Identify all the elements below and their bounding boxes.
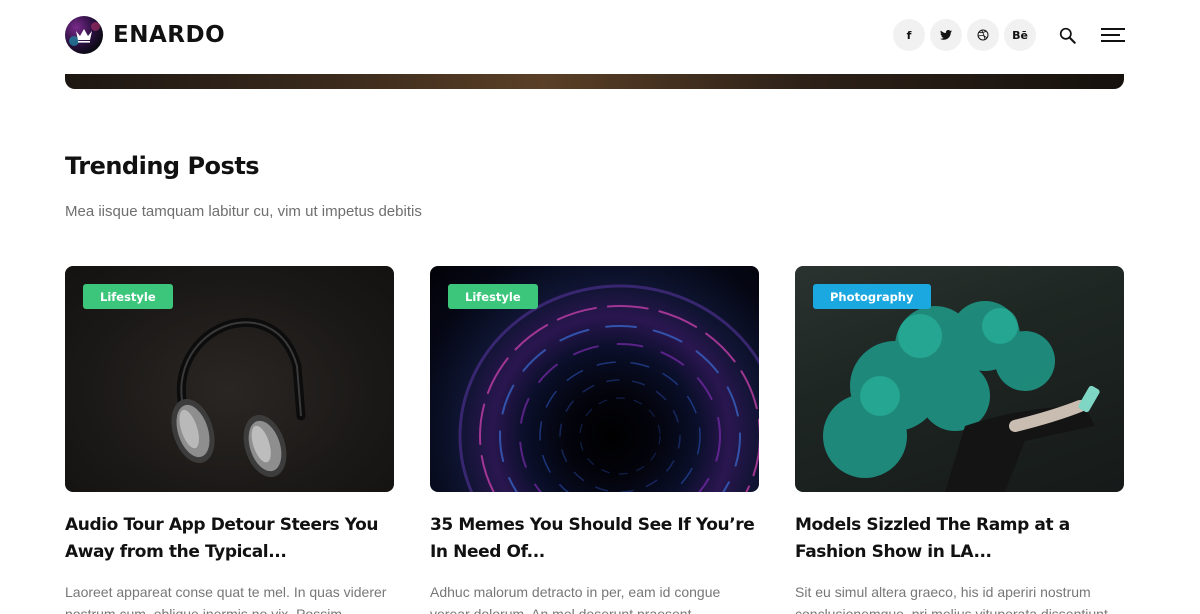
crown-icon: [65, 16, 103, 54]
post-card: Photography Models Sizzled The Ramp at a…: [795, 266, 1124, 614]
section-subtitle: Mea iisque tamquam labitur cu, vim ut im…: [65, 203, 422, 220]
dribbble-icon[interactable]: [967, 19, 999, 51]
brand-name: ENARDO: [113, 22, 226, 48]
post-title[interactable]: Models Sizzled The Ramp at a Fashion Sho…: [795, 512, 1124, 566]
category-badge[interactable]: Lifestyle: [83, 284, 173, 309]
post-thumbnail[interactable]: Lifestyle: [65, 266, 394, 492]
post-thumbnail[interactable]: Photography: [795, 266, 1124, 492]
behance-icon[interactable]: Bē: [1004, 19, 1036, 51]
category-badge[interactable]: Photography: [813, 284, 931, 309]
post-excerpt: Adhuc malorum detracto in per, eam id co…: [430, 584, 721, 614]
post-card: Lifestyle 35 Memes You Should See If You…: [430, 266, 759, 614]
social-links: f Bē: [893, 19, 1036, 51]
post-card: Lifestyle Audio Tour App Detour Steers Y…: [65, 266, 394, 614]
search-icon[interactable]: [1057, 25, 1077, 45]
facebook-icon[interactable]: f: [893, 19, 925, 51]
hamburger-menu-icon[interactable]: [1101, 27, 1125, 43]
site-logo[interactable]: ENARDO: [65, 16, 225, 54]
section-title: Trending Posts: [65, 152, 260, 180]
post-thumbnail[interactable]: Lifestyle: [430, 266, 759, 492]
category-badge[interactable]: Lifestyle: [448, 284, 538, 309]
post-title[interactable]: Audio Tour App Detour Steers You Away fr…: [65, 512, 394, 566]
twitter-icon[interactable]: [930, 19, 962, 51]
post-excerpt: Sit eu simul altera graeco, his id aperi…: [795, 584, 1108, 614]
post-excerpt: Laoreet appareat conse quat te mel. In q…: [65, 584, 387, 614]
post-title[interactable]: 35 Memes You Should See If You’re In Nee…: [430, 512, 759, 566]
site-header: ENARDO f Bē: [0, 0, 1200, 70]
featured-image-bottom[interactable]: [65, 74, 1124, 89]
